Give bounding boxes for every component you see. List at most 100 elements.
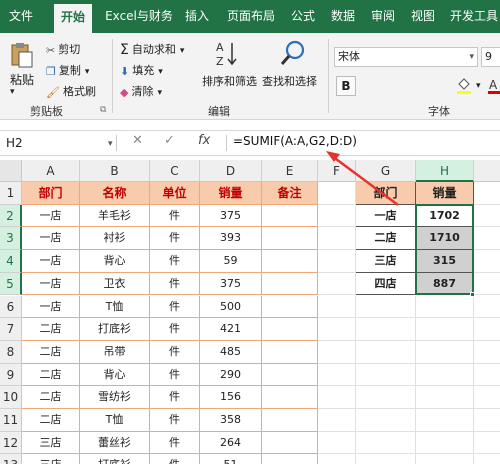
table-header-cell[interactable]: 备注 bbox=[262, 182, 318, 205]
column-header-b[interactable]: B bbox=[80, 160, 150, 182]
table-cell[interactable]: 290 bbox=[200, 363, 262, 387]
empty-cell[interactable] bbox=[356, 318, 416, 341]
table-cell[interactable]: 一店 bbox=[22, 295, 80, 319]
table-header-cell[interactable]: 部门 bbox=[22, 182, 80, 205]
summary-sales-cell[interactable]: 1710 bbox=[416, 227, 474, 251]
empty-cell[interactable] bbox=[416, 363, 474, 387]
column-header-h[interactable]: H bbox=[416, 160, 474, 182]
tab-file[interactable]: 文件 bbox=[4, 0, 38, 33]
tab-insert[interactable]: 插入 bbox=[180, 0, 214, 33]
table-cell[interactable]: 485 bbox=[200, 340, 262, 364]
column-header-d[interactable]: D bbox=[200, 160, 262, 182]
table-cell[interactable] bbox=[262, 431, 318, 455]
empty-cell[interactable] bbox=[416, 409, 474, 432]
empty-cell[interactable] bbox=[474, 273, 500, 296]
paste-button[interactable] bbox=[8, 41, 36, 72]
table-cell[interactable] bbox=[262, 318, 318, 341]
row-header-11[interactable]: 11 bbox=[0, 409, 22, 432]
table-cell[interactable]: 375 bbox=[200, 204, 262, 228]
table-cell[interactable] bbox=[262, 227, 318, 251]
table-cell[interactable]: 358 bbox=[200, 409, 262, 432]
row-header-10[interactable]: 10 bbox=[0, 386, 22, 409]
fill-handle[interactable] bbox=[470, 291, 475, 297]
paste-dropdown-icon[interactable]: ▾ bbox=[10, 87, 15, 97]
column-header-a[interactable]: A bbox=[22, 160, 80, 182]
empty-cell[interactable] bbox=[318, 454, 356, 464]
empty-cell[interactable] bbox=[474, 250, 500, 273]
chevron-down-icon[interactable]: ▾ bbox=[108, 139, 113, 149]
formula-input[interactable]: =SUMIF(A:A,G2,D:D) bbox=[233, 134, 357, 148]
table-cell[interactable] bbox=[262, 409, 318, 432]
row-header-8[interactable]: 8 bbox=[0, 340, 22, 364]
table-cell[interactable] bbox=[262, 250, 318, 273]
summary-store-cell[interactable]: 四店 bbox=[356, 272, 416, 296]
table-cell[interactable] bbox=[262, 340, 318, 364]
enter-icon[interactable]: ✓ bbox=[164, 133, 175, 148]
row-header-13[interactable]: 13 bbox=[0, 454, 22, 464]
empty-cell[interactable] bbox=[318, 363, 356, 387]
empty-cell[interactable] bbox=[318, 272, 356, 296]
table-cell[interactable]: 卫衣 bbox=[80, 272, 150, 296]
empty-cell[interactable] bbox=[474, 205, 500, 228]
table-cell[interactable]: 一店 bbox=[22, 227, 80, 251]
summary-header-cell[interactable]: 销量 bbox=[416, 182, 474, 205]
table-cell[interactable]: 蕾丝衫 bbox=[80, 431, 150, 455]
table-cell[interactable]: 件 bbox=[150, 295, 200, 319]
tab-data[interactable]: 数据 bbox=[326, 0, 360, 33]
table-cell[interactable]: 打底衫 bbox=[80, 318, 150, 341]
empty-cell[interactable] bbox=[318, 250, 356, 273]
table-cell[interactable]: 件 bbox=[150, 454, 200, 464]
empty-cell[interactable] bbox=[416, 295, 474, 319]
table-cell[interactable]: 件 bbox=[150, 340, 200, 364]
table-cell[interactable]: 件 bbox=[150, 227, 200, 251]
row-header-1[interactable]: 1 bbox=[0, 182, 22, 205]
table-cell[interactable]: 件 bbox=[150, 431, 200, 455]
table-cell[interactable]: 三店 bbox=[22, 431, 80, 455]
table-cell[interactable]: 59 bbox=[200, 250, 262, 273]
summary-store-cell[interactable]: 三店 bbox=[356, 250, 416, 273]
empty-cell[interactable] bbox=[474, 386, 500, 409]
tab-formulas[interactable]: 公式 bbox=[286, 0, 320, 33]
row-header-12[interactable]: 12 bbox=[0, 431, 22, 455]
table-cell[interactable] bbox=[262, 386, 318, 409]
empty-cell[interactable] bbox=[318, 386, 356, 409]
empty-cell[interactable] bbox=[318, 204, 356, 228]
empty-cell[interactable] bbox=[474, 364, 500, 387]
row-header-2[interactable]: 2 bbox=[0, 204, 22, 228]
copy-button[interactable]: ❐ 复制 ▾ bbox=[46, 62, 89, 78]
find-select-button[interactable]: 查找和选择 bbox=[262, 73, 317, 89]
tab-developer[interactable]: 开发工具 bbox=[448, 0, 500, 33]
column-header-i[interactable]: I bbox=[474, 160, 500, 182]
empty-cell[interactable] bbox=[474, 454, 500, 464]
empty-cell[interactable] bbox=[356, 409, 416, 432]
table-cell[interactable]: 件 bbox=[150, 250, 200, 273]
summary-store-cell[interactable]: 一店 bbox=[356, 204, 416, 228]
table-cell[interactable]: 二店 bbox=[22, 340, 80, 364]
empty-cell[interactable] bbox=[356, 454, 416, 464]
font-name-select[interactable]: 宋体 ▾ bbox=[334, 47, 478, 67]
table-cell[interactable]: 393 bbox=[200, 227, 262, 251]
table-cell[interactable]: 件 bbox=[150, 386, 200, 409]
table-cell[interactable]: 背心 bbox=[80, 363, 150, 387]
fill-button[interactable]: ⬇ 填充 ▾ bbox=[120, 62, 163, 78]
table-cell[interactable]: 二店 bbox=[22, 318, 80, 341]
summary-sales-cell[interactable]: 1702 bbox=[416, 204, 474, 228]
cut-button[interactable]: ✂ 剪切 bbox=[46, 41, 80, 57]
table-cell[interactable]: 264 bbox=[200, 431, 262, 455]
tab-review[interactable]: 审阅 bbox=[366, 0, 400, 33]
empty-cell[interactable] bbox=[356, 340, 416, 364]
empty-cell[interactable] bbox=[318, 409, 356, 432]
table-cell[interactable]: 件 bbox=[150, 409, 200, 432]
column-header-f[interactable]: F bbox=[318, 160, 356, 182]
table-header-cell[interactable]: 单位 bbox=[150, 182, 200, 205]
summary-store-cell[interactable]: 二店 bbox=[356, 227, 416, 251]
empty-cell[interactable] bbox=[318, 295, 356, 319]
table-cell[interactable]: 三店 bbox=[22, 454, 80, 464]
table-header-cell[interactable]: 销量 bbox=[200, 182, 262, 205]
select-all-corner[interactable] bbox=[0, 160, 22, 182]
empty-cell[interactable] bbox=[474, 182, 500, 205]
empty-cell[interactable] bbox=[318, 227, 356, 251]
tab-page-layout[interactable]: 页面布局 bbox=[222, 0, 280, 33]
table-cell[interactable]: 421 bbox=[200, 318, 262, 341]
autosum-button[interactable]: Σ 自动求和 ▾ bbox=[120, 41, 184, 58]
